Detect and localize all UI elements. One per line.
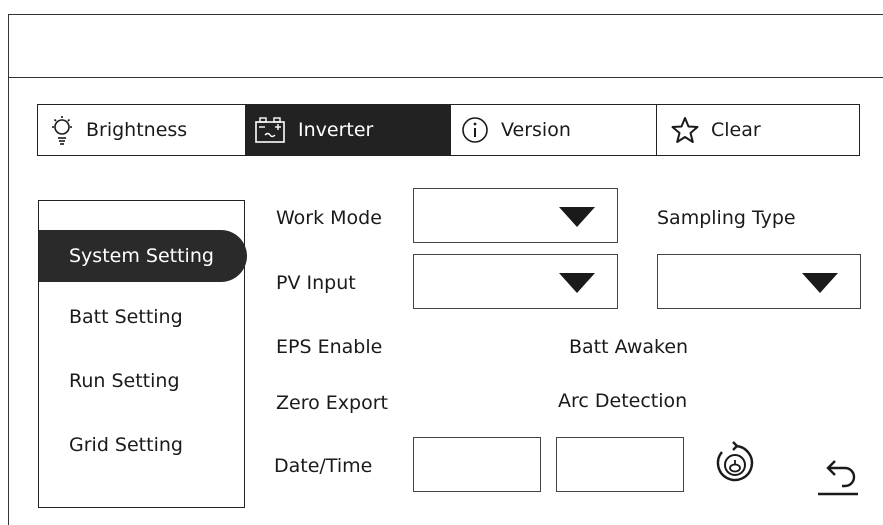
tab-brightness[interactable]: Brightness	[38, 105, 245, 155]
pv-input-label: PV Input	[276, 272, 356, 294]
tab-version-label: Version	[501, 119, 571, 141]
sidebar-item-system-setting[interactable]: System Setting	[39, 230, 247, 282]
sampling-type-label: Sampling Type	[657, 207, 796, 229]
back-icon[interactable]	[815, 458, 861, 498]
top-tab-bar: Brightness Inverter Version Clear	[37, 104, 860, 156]
info-icon	[462, 117, 488, 143]
sidebar-item-grid-setting[interactable]: Grid Setting	[39, 419, 183, 471]
sampling-type-select[interactable]	[657, 254, 861, 309]
tab-brightness-label: Brightness	[86, 119, 188, 141]
arc-detection-label: Arc Detection	[558, 390, 688, 412]
batt-awaken-label: Batt Awaken	[569, 336, 689, 358]
chevron-down-icon	[559, 272, 595, 293]
left-border	[8, 14, 9, 525]
tab-inverter-label: Inverter	[298, 119, 374, 141]
tab-clear-label: Clear	[711, 119, 761, 141]
work-mode-label: Work Mode	[276, 207, 382, 229]
chevron-down-icon	[559, 206, 595, 227]
work-mode-select[interactable]	[413, 188, 618, 243]
chevron-down-icon	[802, 272, 838, 293]
header-divider	[8, 77, 883, 78]
settings-sidebar: System Setting Batt Setting Run Setting …	[38, 200, 247, 508]
tab-inverter[interactable]: Inverter	[245, 105, 450, 155]
battery-icon	[255, 117, 285, 143]
sidebar-item-run-setting[interactable]: Run Setting	[39, 355, 180, 407]
header-top-border	[8, 14, 883, 15]
tab-version[interactable]: Version	[450, 105, 656, 155]
eps-enable-label: EPS Enable	[276, 336, 383, 358]
date-input[interactable]	[413, 437, 541, 492]
zero-export-label: Zero Export	[276, 392, 388, 414]
time-input[interactable]	[556, 437, 684, 492]
star-icon	[671, 117, 699, 143]
sidebar-item-batt-setting[interactable]: Batt Setting	[39, 291, 183, 343]
tab-clear[interactable]: Clear	[656, 105, 859, 155]
refresh-icon[interactable]	[713, 441, 757, 485]
pv-input-select[interactable]	[413, 254, 618, 309]
date-time-label: Date/Time	[274, 455, 373, 477]
bulb-icon	[52, 116, 72, 145]
